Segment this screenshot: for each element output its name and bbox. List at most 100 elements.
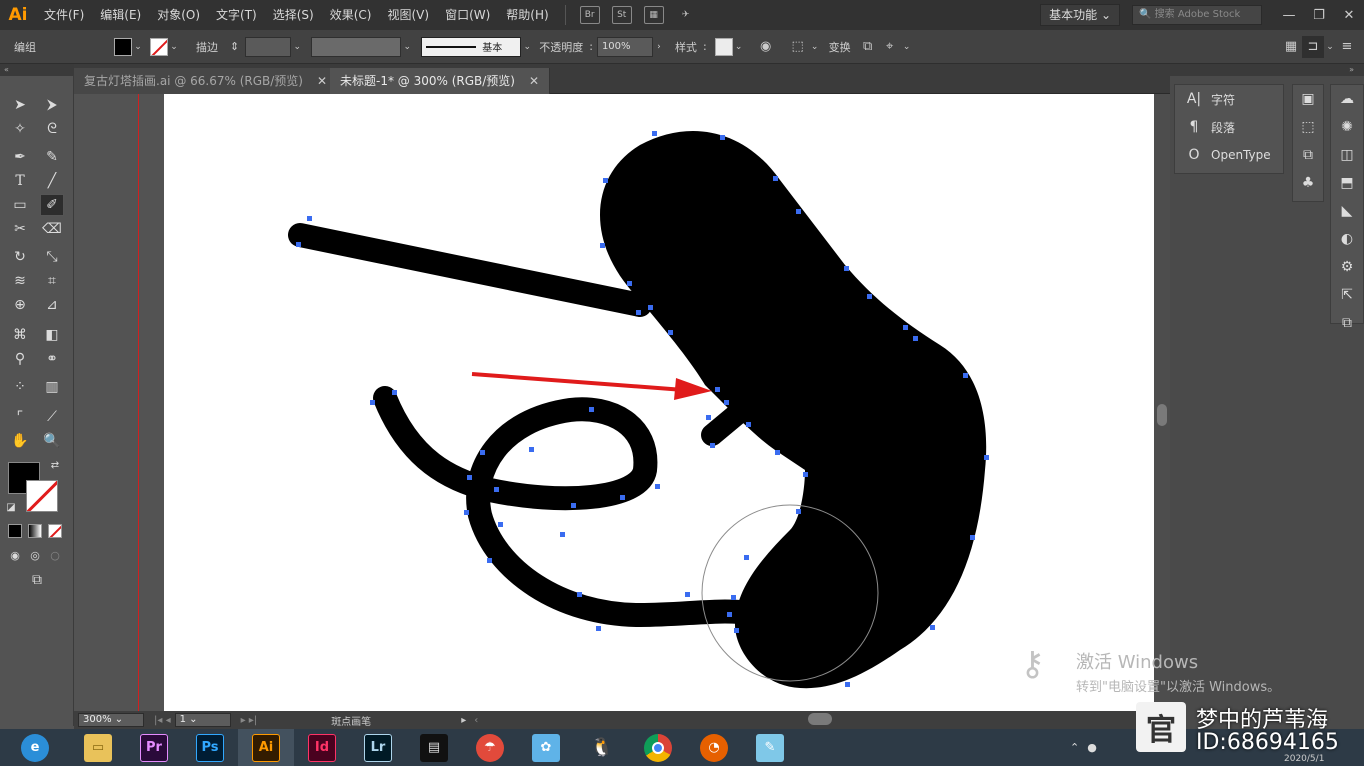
blob-brush-tool-icon[interactable]: ✐ [40, 194, 64, 216]
chevron-right-icon[interactable]: › [653, 42, 665, 52]
umbrella-app-icon[interactable]: ☂ [462, 729, 518, 766]
stroke-weight-field[interactable] [245, 36, 292, 57]
stroke-color-swatch[interactable] [26, 480, 58, 512]
chevron-down-icon[interactable]: ⌄ [733, 42, 745, 52]
gradient-tool-icon[interactable]: ◧ [40, 324, 64, 346]
zoom-tool-icon[interactable]: 🔍 [40, 430, 64, 452]
artboard-navigator[interactable]: 1 ⌄ [174, 713, 231, 727]
curvature-tool-icon[interactable]: ✎ [40, 146, 64, 168]
close-icon[interactable]: ✕ [317, 74, 327, 88]
scissors-tool-icon[interactable]: ✂ [8, 218, 32, 240]
scale-tool-icon[interactable]: ⤡ [40, 246, 64, 268]
creative-cloud-icon[interactable]: ☁ [1331, 85, 1363, 113]
file-explorer-icon[interactable]: ▭ [70, 729, 126, 766]
transform-link[interactable]: 变换 [829, 39, 851, 55]
arrange-icon[interactable]: ▦ [1280, 36, 1302, 58]
gpu-performance-icon[interactable]: ✈ [676, 6, 696, 24]
default-colors-icon[interactable]: ◪ [4, 500, 18, 514]
collapse-left-icon[interactable]: « [0, 64, 74, 76]
isolate-group-icon[interactable]: ⧉ [857, 36, 879, 58]
transform-panel-icon[interactable]: ⬚ [1293, 113, 1323, 141]
menu-select[interactable]: 选择(S) [265, 0, 322, 30]
arrange-documents-icon[interactable]: ▦ [643, 6, 664, 24]
menu-type[interactable]: 文字(T) [208, 0, 265, 30]
status-menu-icon[interactable]: ▸ [461, 715, 466, 726]
indesign-icon[interactable]: Id [294, 729, 350, 766]
chevron-down-icon[interactable]: ⌄ [168, 42, 180, 52]
stock-search-input[interactable]: 🔍 搜索 Adobe Stock [1132, 5, 1262, 25]
scrollbar-thumb[interactable] [1157, 404, 1167, 426]
symbol-sprayer-tool-icon[interactable]: ⁘ [8, 376, 32, 398]
line-tool-icon[interactable]: ╱ [40, 170, 64, 192]
collapse-right-icon[interactable]: » [1170, 64, 1364, 76]
gradient-mode-icon[interactable] [28, 524, 42, 538]
menu-edit[interactable]: 编辑(E) [92, 0, 149, 30]
pen-tool-icon[interactable]: ✒ [8, 146, 32, 168]
tab-untitled-1[interactable]: 未标题-1* @ 300% (RGB/预览) ✕ [330, 68, 551, 94]
lasso-tool-icon[interactable]: ᘓ [40, 118, 64, 140]
bridge-button[interactable]: Br [579, 6, 600, 24]
menu-file[interactable]: 文件(F) [36, 0, 92, 30]
draw-inside-icon[interactable]: ○ [46, 546, 64, 564]
layers-icon[interactable]: ⧉ [1331, 309, 1363, 337]
menu-view[interactable]: 视图(V) [379, 0, 437, 30]
chevron-down-icon[interactable]: ⌄ [901, 42, 913, 52]
menu-window[interactable]: 窗口(W) [437, 0, 498, 30]
first-artboard-icon[interactable]: |◂ ◂ [154, 715, 171, 726]
magic-wand-tool-icon[interactable]: ✧ [8, 118, 32, 140]
close-icon[interactable]: ✕ [1334, 0, 1364, 30]
browser-icon[interactable]: e [0, 729, 70, 766]
firefox-icon[interactable]: ◔ [686, 729, 742, 766]
draw-normal-icon[interactable]: ◉ [6, 546, 24, 564]
workspace-switcher[interactable]: 基本功能 ⌄ [1040, 4, 1120, 26]
image-trace-icon[interactable]: ⬒ [1331, 169, 1363, 197]
pathfinder-icon[interactable]: ⧉ [1293, 141, 1323, 169]
eyedropper-tool-icon[interactable]: ⚲ [8, 348, 32, 370]
chevron-down-icon[interactable]: ⌄ [1324, 42, 1336, 52]
draw-behind-icon[interactable]: ◎ [26, 546, 44, 564]
horizontal-scrollbar-thumb[interactable] [808, 713, 832, 725]
lightroom-icon[interactable]: Lr [350, 729, 406, 766]
panel-opentype[interactable]: O OpenType [1175, 141, 1283, 169]
menu-effect[interactable]: 效果(C) [322, 0, 380, 30]
column-graph-tool-icon[interactable]: ▥ [40, 376, 64, 398]
scroll-left-icon[interactable]: ‹ [474, 715, 478, 726]
stock-button[interactable]: St [611, 6, 632, 24]
artwork[interactable] [74, 94, 1154, 711]
panel-paragraph[interactable]: ¶ 段落 [1175, 113, 1283, 141]
color-mode-icon[interactable] [8, 524, 22, 538]
mesh-tool-icon[interactable]: ⌘ [8, 324, 32, 346]
eraser-tool-icon[interactable]: ⌫ [40, 218, 64, 240]
illustrator-icon[interactable]: Ai [238, 729, 294, 766]
shape-builder-tool-icon[interactable]: ⊕ [8, 294, 32, 316]
opacity-field[interactable]: 100% [596, 36, 653, 57]
screen-mode-icon[interactable]: ⧉ [24, 570, 50, 590]
hand-tool-icon[interactable]: ✋ [8, 430, 32, 452]
stroke-stepper[interactable]: ⇕ [230, 40, 239, 53]
slice-tool-icon[interactable]: ⟋ [40, 406, 64, 428]
video-editor-icon[interactable]: ▤ [406, 729, 462, 766]
rotate-tool-icon[interactable]: ↻ [8, 246, 32, 268]
chrome-icon[interactable] [630, 729, 686, 766]
recolor-artwork-icon[interactable]: ◉ [755, 36, 777, 58]
notes-app-icon[interactable]: ✎ [742, 729, 798, 766]
chevron-down-icon[interactable]: ⌄ [132, 42, 144, 52]
chevron-down-icon[interactable]: ⌄ [291, 42, 303, 52]
align-icon[interactable]: ⬚ [787, 36, 809, 58]
chat-app-icon[interactable]: ✿ [518, 729, 574, 766]
zoom-field[interactable]: 300% ⌄ [78, 713, 144, 727]
type-tool-icon[interactable]: T [8, 170, 32, 192]
transparency-icon[interactable]: ▣ [1293, 85, 1323, 113]
canvas[interactable] [74, 94, 1154, 711]
libraries-icon[interactable]: ◫ [1331, 141, 1363, 169]
premiere-icon[interactable]: Pr [126, 729, 182, 766]
chevron-down-icon[interactable]: ⌄ [809, 42, 821, 52]
chevron-down-icon[interactable]: ⌄ [401, 42, 413, 52]
gradient-panel-icon[interactable]: ◣ [1331, 197, 1363, 225]
isolate-object-icon[interactable]: ⌖ [879, 36, 901, 58]
close-icon[interactable]: ✕ [529, 74, 539, 88]
export-icon[interactable]: ⇱ [1331, 281, 1363, 309]
tray-qq-icon[interactable]: ● [1087, 741, 1097, 754]
photoshop-icon[interactable]: Ps [182, 729, 238, 766]
graphic-style-swatch[interactable] [714, 37, 733, 56]
